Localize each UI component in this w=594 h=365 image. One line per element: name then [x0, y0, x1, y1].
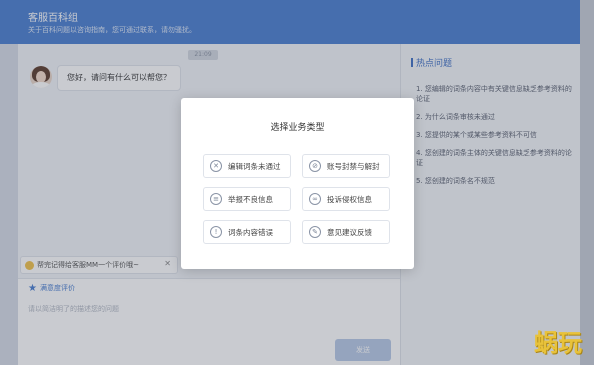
- option-label: 举报不良信息: [228, 195, 273, 204]
- info-circle-icon: !: [210, 226, 222, 238]
- dialog-title: 选择业务类型: [270, 123, 325, 133]
- option-label: 投诉侵权信息: [327, 195, 372, 204]
- option-label: 账号封禁与解封: [327, 162, 380, 171]
- option-feedback[interactable]: ✎ 意见建议反馈: [302, 220, 390, 244]
- option-label: 编辑词条未通过: [228, 162, 281, 171]
- option-account-ban[interactable]: ⊘ 账号封禁与解封: [302, 154, 390, 178]
- close-circle-icon: ✕: [210, 160, 222, 172]
- ban-icon: ⊘: [309, 160, 321, 172]
- option-content-error[interactable]: ! 词条内容错误: [203, 220, 291, 244]
- feedback-icon: ✎: [309, 226, 321, 238]
- link-icon: ∞: [309, 193, 321, 205]
- option-edit-rejected[interactable]: ✕ 编辑词条未通过: [203, 154, 291, 178]
- option-label: 意见建议反馈: [327, 228, 372, 237]
- report-icon: ≡: [210, 193, 222, 205]
- option-report-bad-info[interactable]: ≡ 举报不良信息: [203, 187, 291, 211]
- option-label: 词条内容错误: [228, 228, 273, 237]
- watermark-logo: 蜗玩: [534, 329, 582, 357]
- business-type-dialog: 选择业务类型 ✕ 编辑词条未通过 ⊘ 账号封禁与解封 ≡ 举报不良信息 ∞ 投诉…: [181, 98, 414, 269]
- option-infringement[interactable]: ∞ 投诉侵权信息: [302, 187, 390, 211]
